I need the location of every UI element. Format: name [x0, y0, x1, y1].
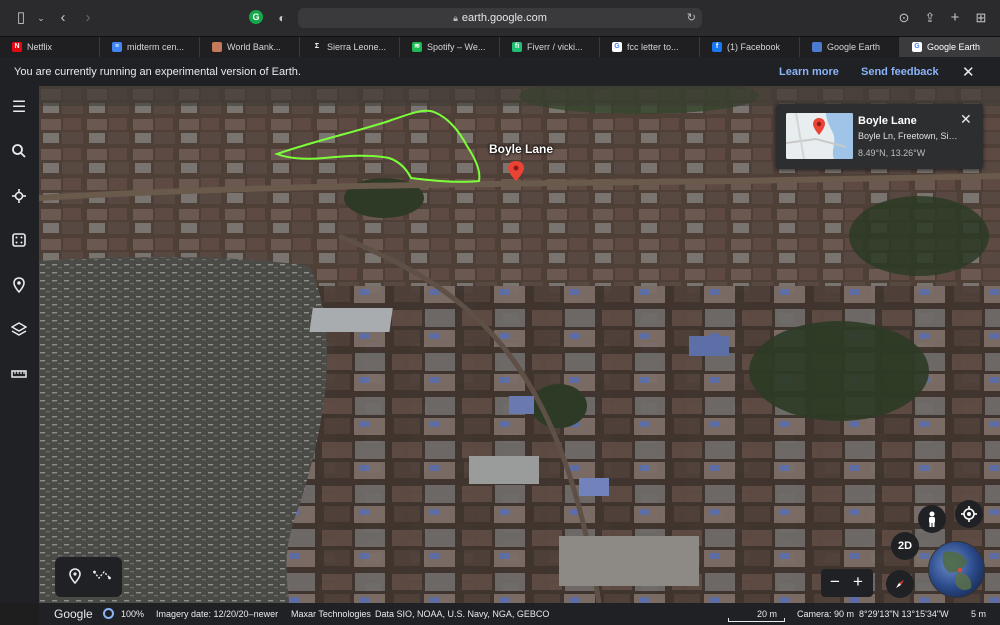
lock-icon: 🔒︎: [453, 13, 458, 23]
grammarly-extension-icon[interactable]: G: [249, 10, 263, 24]
chevron-down-icon[interactable]: ⌄: [32, 9, 50, 27]
tab-label: (1) Facebook: [727, 42, 781, 52]
tab-favicon-icon: Σ: [312, 42, 322, 52]
tab-strip: N Netflix ≡ midterm cen... World Bank... Σ Sie…: [0, 36, 1000, 57]
draw-path-icon[interactable]: [93, 568, 111, 586]
tab-label: fcc letter to...: [627, 42, 679, 52]
tab-label: midterm cen...: [127, 42, 185, 52]
menu-icon[interactable]: ☰: [10, 99, 28, 117]
address-bar[interactable]: 🔒︎ earth.google.com ↻: [298, 8, 702, 28]
elevation: 5 m: [971, 609, 987, 619]
tab-overview-icon[interactable]: ⊞: [972, 9, 990, 27]
imagery-date[interactable]: Imagery date: 12/20/20–newer: [156, 609, 278, 619]
compass-button[interactable]: [886, 570, 914, 598]
place-title: Boyle Lane: [858, 115, 917, 127]
reload-icon[interactable]: ↻: [687, 8, 696, 28]
place-coordinates: 8.49°N, 13.26°W: [858, 148, 926, 158]
cursor-position: 8°29'13"N 13°15'34"W: [859, 609, 949, 619]
send-feedback-link[interactable]: Send feedback: [861, 66, 939, 78]
place-info-card[interactable]: Boyle Lane Boyle Ln, Freetown, Sie... 8.…: [776, 104, 983, 169]
feeling-lucky-icon[interactable]: [10, 232, 28, 250]
left-rail: ☰: [0, 86, 39, 603]
globe-minimap[interactable]: [928, 541, 985, 598]
tab-favicon-icon: fi: [512, 42, 522, 52]
tab-favicon-icon: G: [912, 42, 922, 52]
browser-toolbar: ▯ ⌄ ‹ › G ◐ 🔒︎ earth.google.com ↻ ⊙ ⇪ + ⊞: [0, 0, 1000, 36]
browser-tab[interactable]: Gfcc letter to...: [600, 37, 700, 57]
browser-tab[interactable]: G Google Earth: [900, 37, 1000, 57]
add-placemark-icon[interactable]: [66, 568, 84, 586]
learn-more-link[interactable]: Learn more: [779, 66, 839, 78]
tab-favicon-icon: N: [12, 42, 22, 52]
tab-label: Google Earth: [827, 42, 881, 52]
forward-icon[interactable]: ›: [79, 9, 97, 27]
imagery-provider: Maxar Technologies: [291, 609, 371, 619]
tab-favicon-icon: ≋: [412, 42, 422, 52]
my-location-button[interactable]: [955, 500, 983, 528]
google-logo: Google: [54, 607, 93, 621]
browser-tab[interactable]: Σ Sierra Leone...: [300, 37, 400, 57]
downloads-icon[interactable]: ⊙: [895, 9, 913, 27]
projects-icon[interactable]: [10, 277, 28, 295]
browser-tab[interactable]: Google Earth: [800, 37, 900, 57]
close-banner-icon[interactable]: ✕: [962, 63, 975, 81]
browser-tab[interactable]: N Netflix: [0, 37, 100, 57]
data-credits: Data SIO, NOAA, U.S. Navy, NGA, GEBCO: [375, 609, 550, 619]
pegman-icon: [929, 511, 935, 527]
tab-label: World Bank...: [227, 42, 281, 52]
tab-label: Sierra Leone...: [327, 42, 387, 52]
tab-favicon-icon: [212, 42, 222, 52]
drawing-tools: [55, 557, 122, 597]
place-address: Boyle Ln, Freetown, Sie...: [858, 131, 958, 141]
browser-tab[interactable]: ≋ Spotify – We...: [400, 37, 500, 57]
new-tab-icon[interactable]: +: [946, 9, 964, 27]
zoom-in-button[interactable]: +: [849, 572, 867, 592]
tab-label: Fiverr / vicki...: [527, 42, 583, 52]
zoom-controls: − +: [821, 569, 873, 597]
voyager-icon[interactable]: [10, 188, 28, 206]
status-bar: Google 100% Imagery date: 12/20/20–newer…: [39, 603, 1000, 625]
tab-label: Google Earth: [927, 42, 981, 52]
sidebar-toggle-icon[interactable]: ▯: [12, 9, 30, 27]
map-style-icon[interactable]: [10, 321, 28, 339]
tab-favicon-icon: G: [612, 42, 622, 52]
camera-altitude: Camera: 90 m: [797, 609, 855, 619]
pegman-button[interactable]: [918, 505, 946, 533]
browser-tab[interactable]: fi Fiverr / vicki...: [500, 37, 600, 57]
url-text: earth.google.com: [461, 12, 547, 24]
tab-favicon-icon: f: [712, 42, 722, 52]
place-thumbnail-map[interactable]: [786, 113, 853, 159]
experimental-banner: You are currently running an experimenta…: [0, 57, 1000, 86]
search-icon[interactable]: [10, 143, 28, 161]
tab-label: Netflix: [27, 42, 53, 52]
shield-icon[interactable]: ◐: [273, 9, 291, 27]
map-place-label[interactable]: Boyle Lane: [489, 142, 553, 156]
zoom-out-button[interactable]: −: [826, 572, 844, 592]
scale-bar[interactable]: [728, 618, 785, 622]
tab-label: Spotify – We...: [427, 42, 486, 52]
loading-indicator-icon: [103, 608, 114, 619]
close-card-icon[interactable]: ✕: [960, 111, 972, 128]
share-icon[interactable]: ⇪: [921, 9, 939, 27]
load-percent: 100%: [121, 609, 145, 619]
back-icon[interactable]: ‹: [54, 9, 72, 27]
browser-tab[interactable]: World Bank...: [200, 37, 300, 57]
banner-message: You are currently running an experimenta…: [14, 65, 301, 78]
browser-tab[interactable]: ≡ midterm cen...: [100, 37, 200, 57]
tab-favicon-icon: ≡: [112, 42, 122, 52]
tab-favicon-icon: [812, 42, 822, 52]
compass-icon: [896, 580, 904, 588]
crosshair-icon: [961, 506, 977, 522]
browser-tab[interactable]: f (1) Facebook: [700, 37, 800, 57]
toggle-2d-button[interactable]: 2D: [891, 532, 919, 560]
measure-icon[interactable]: [10, 366, 28, 384]
